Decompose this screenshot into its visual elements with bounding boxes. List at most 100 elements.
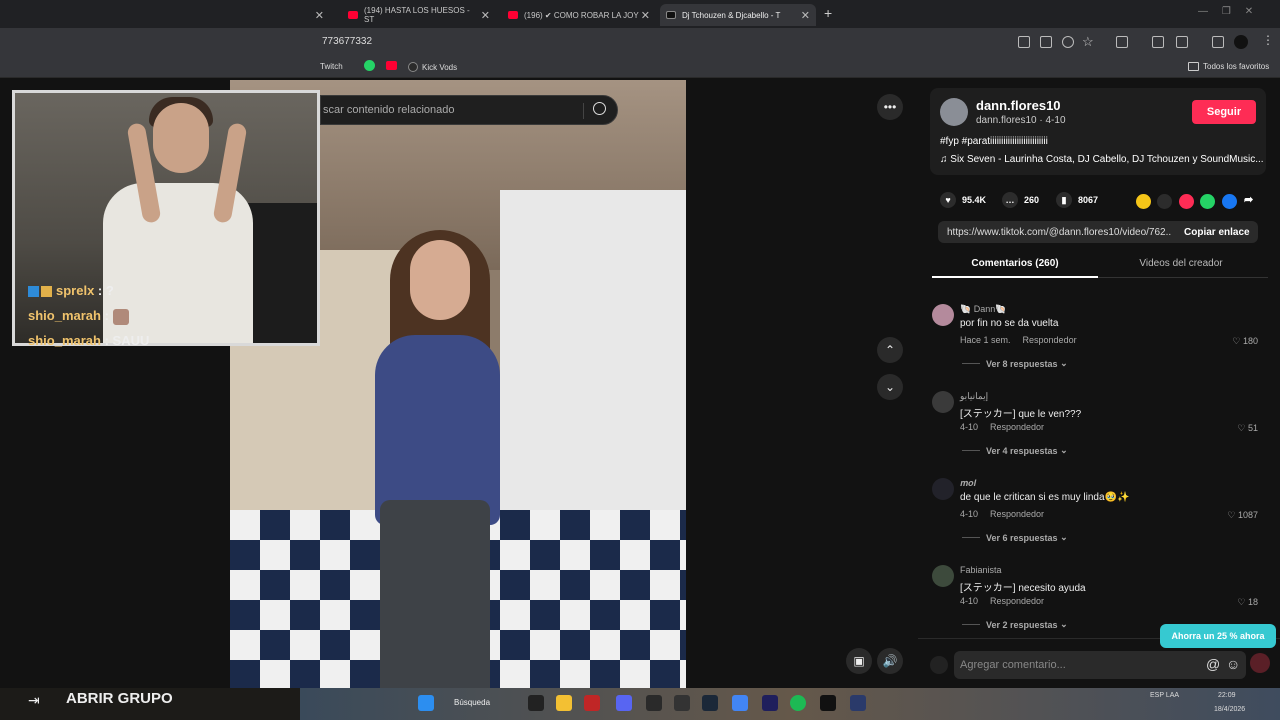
follow-button[interactable]: Seguir <box>1192 100 1256 124</box>
sync-icon[interactable] <box>1176 36 1188 48</box>
reading-list-icon[interactable] <box>1212 36 1224 48</box>
app-icon[interactable] <box>584 695 600 711</box>
window-controls[interactable]: — ❐ ✕ <box>1198 6 1253 17</box>
avatar[interactable] <box>932 391 954 413</box>
post-comment-button[interactable] <box>1250 653 1270 673</box>
new-tab-button[interactable]: + <box>824 5 832 21</box>
comment-like-button[interactable]: ♡ 180 <box>1232 336 1258 347</box>
search-bar[interactable]: scar contenido relacionado <box>320 95 618 125</box>
music-link[interactable]: ♫ Six Seven - Laurinha Costa, DJ Cabello… <box>940 154 1264 165</box>
embed-icon[interactable] <box>1157 194 1172 209</box>
star-icon[interactable]: ☆ <box>1082 34 1094 50</box>
mention-icon[interactable]: @ <box>1206 656 1220 672</box>
reply-button[interactable]: Respondedor <box>990 509 1044 519</box>
promo-banner[interactable]: Ahorra un 25 % ahora <box>1160 624 1276 648</box>
folder-icon[interactable] <box>556 695 572 711</box>
app-icon[interactable] <box>646 695 662 711</box>
app-icon[interactable] <box>850 695 866 711</box>
downloads-icon[interactable] <box>1152 36 1164 48</box>
reply-button[interactable]: Respondedor <box>990 596 1044 606</box>
comment-author[interactable]: إيمانيابو <box>960 391 988 402</box>
emoji-icon[interactable]: ☺ <box>1226 656 1240 672</box>
view-replies-button[interactable]: Ver 4 respuestas ⌄ <box>962 445 1068 456</box>
avatar[interactable] <box>932 565 954 587</box>
comment-tabs: Comentarios (260) Videos del creador <box>932 256 1268 278</box>
comment-author[interactable]: 𝒎𝒐𝒍 <box>960 478 976 489</box>
copy-link-button[interactable]: Copiar enlace <box>1184 227 1250 238</box>
more-options-button[interactable]: ••• <box>877 94 903 120</box>
premiere-icon[interactable] <box>762 695 778 711</box>
translate-icon[interactable] <box>1018 36 1030 48</box>
clock[interactable]: 22:09 <box>1218 692 1236 699</box>
all-favorites[interactable]: Todos los favoritos <box>1188 62 1269 71</box>
discord-icon[interactable] <box>616 695 632 711</box>
date[interactable]: 18/4/2026 <box>1214 706 1245 713</box>
avatar[interactable] <box>932 478 954 500</box>
comment-item: إيمانيابو [ステッカー] que le ven??? 4-10 Resp… <box>932 389 1272 469</box>
reply-button[interactable]: Respondedor <box>990 422 1044 432</box>
save-button[interactable]: ▮ 8067 <box>1056 192 1098 208</box>
facebook-share-icon[interactable] <box>1222 194 1237 209</box>
youtube-icon[interactable] <box>386 61 397 70</box>
view-replies-button[interactable]: Ver 6 respuestas ⌄ <box>962 532 1068 543</box>
tab-youtube-2[interactable]: (196) ✔ COMO ROBAR LA JOY ✕ <box>502 4 656 26</box>
comment-input[interactable]: Agregar comentario... @ ☺ <box>954 651 1246 679</box>
comment-text: [ステッカー] que le ven??? <box>960 409 1082 420</box>
bookmark-twitch[interactable]: Twitch <box>320 62 343 71</box>
windows-start-icon[interactable] <box>418 695 434 711</box>
url-field[interactable]: 773677332 <box>322 36 372 47</box>
like-button[interactable]: ♥ 95.4K <box>940 192 986 208</box>
search-input[interactable]: scar contenido relacionado <box>323 104 454 116</box>
view-replies-button[interactable]: Ver 2 respuestas ⌄ <box>962 619 1068 630</box>
tab-hidden[interactable]: ✕ <box>0 4 330 26</box>
view-replies-button[interactable]: Ver 8 respuestas ⌄ <box>962 358 1068 369</box>
tab-close-icon[interactable]: ✕ <box>641 9 650 22</box>
reply-button[interactable]: Respondedor <box>1023 335 1077 345</box>
tab-tiktok[interactable]: Dj Tchouzen & Djcabello - T ✕ <box>660 4 816 26</box>
tab-close-icon[interactable]: ✕ <box>481 9 490 22</box>
language-indicator[interactable]: ESP LAA <box>1150 692 1179 699</box>
comment-like-button[interactable]: ♡ 1087 <box>1227 510 1258 521</box>
comment-author[interactable]: 🐚 Dann🐚 <box>960 304 1006 315</box>
share-link[interactable]: https://www.tiktok.com/@dann.flores10/vi… <box>947 227 1172 238</box>
comment-like-button[interactable]: ♡ 18 <box>1237 597 1258 608</box>
whatsapp-icon[interactable] <box>364 60 375 71</box>
chat-message: sprelx : ? <box>28 278 149 303</box>
send-icon[interactable] <box>1179 194 1194 209</box>
extensions-icon[interactable] <box>1116 36 1128 48</box>
menu-icon[interactable]: ⋮ <box>1262 33 1274 47</box>
share-arrow-icon[interactable]: ➦ <box>1244 193 1253 206</box>
bookmark-kick[interactable]: Kick Vods <box>408 62 457 72</box>
comment-button[interactable]: … 260 <box>1002 192 1039 208</box>
tab-youtube-1[interactable]: (194) HASTA LOS HUESOS - ST ✕ <box>342 4 496 26</box>
post-username[interactable]: dann.flores10 <box>976 98 1061 113</box>
avatar[interactable] <box>932 304 954 326</box>
steam-icon[interactable] <box>702 695 718 711</box>
tab-creator-videos[interactable]: Videos del creador <box>1098 258 1264 269</box>
tiktok-icon[interactable] <box>820 695 836 711</box>
epic-icon[interactable] <box>674 695 690 711</box>
volume-button[interactable]: 🔊 <box>877 648 903 674</box>
emoji-share-icon[interactable] <box>1136 194 1151 209</box>
comment-icon: … <box>1002 192 1018 208</box>
avatar[interactable] <box>940 98 968 126</box>
chrome-icon[interactable] <box>732 695 748 711</box>
tab-close-icon[interactable]: ✕ <box>801 9 810 22</box>
pip-button[interactable]: ▣ <box>846 648 872 674</box>
whatsapp-share-icon[interactable] <box>1200 194 1215 209</box>
profile-avatar[interactable] <box>1234 35 1248 49</box>
exit-icon: ⇥ <box>28 692 40 708</box>
next-video-button[interactable]: ⌄ <box>877 374 903 400</box>
spotify-icon[interactable] <box>790 695 806 711</box>
comment-author[interactable]: Fabianista <box>960 565 1002 575</box>
tab-close-icon[interactable]: ✕ <box>315 9 324 22</box>
cast-icon[interactable] <box>1040 36 1052 48</box>
youtube-icon <box>508 11 518 19</box>
key-icon[interactable] <box>1062 36 1074 48</box>
search-icon[interactable] <box>593 102 606 115</box>
taskbar-search[interactable]: Búsqueda <box>454 698 490 707</box>
previous-video-button[interactable]: ⌃ <box>877 337 903 363</box>
app-icon[interactable] <box>528 695 544 711</box>
comment-like-button[interactable]: ♡ 51 <box>1237 423 1258 434</box>
tab-comments[interactable]: Comentarios (260) <box>932 258 1098 269</box>
